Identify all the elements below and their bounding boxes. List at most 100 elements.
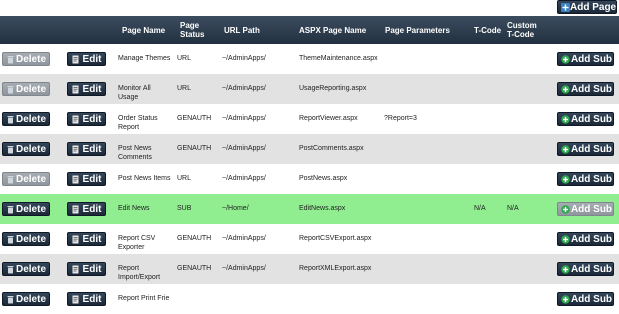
table-header: Page Name Page Status URL Path ASPX Page… (0, 16, 619, 44)
table-row: Delete Edit Edit News SUB ~/Home/EditNews.as… (0, 194, 619, 224)
document-edit-icon (72, 295, 79, 304)
cell-page-name: Edit News (118, 205, 150, 212)
cell-aspx-page-name: PostNews.aspx (299, 175, 348, 182)
add-sub-button[interactable]: Add Sub (557, 142, 614, 156)
document-edit-icon (72, 145, 79, 154)
plus-icon (561, 55, 570, 64)
plus-icon (561, 265, 570, 274)
add-sub-button[interactable]: Add Sub (557, 82, 614, 96)
delete-button[interactable]: Delete (2, 52, 50, 66)
table-row: Delete Edit Monitor All Usage URL ~/AdminApp… (0, 74, 619, 104)
edit-button[interactable]: Edit (67, 262, 106, 276)
add-sub-button[interactable]: Add Sub (557, 172, 614, 186)
cell-t-code: N/A (474, 205, 486, 212)
cell-page-status: GENAUTH (177, 265, 212, 272)
cell-page-name: Post News Items (118, 175, 171, 182)
trash-icon (7, 266, 14, 274)
add-sub-button[interactable]: Add Sub (557, 292, 614, 306)
table-row: Delete Edit Manage Themes URL ~/AdminApps/Th… (0, 44, 619, 74)
col-t-code: T-Code (474, 26, 502, 35)
cell-page-status: GENAUTH (177, 115, 212, 122)
plus-icon (561, 235, 570, 244)
cell-custom-t-code: N/A (507, 205, 519, 212)
delete-button[interactable]: Delete (2, 142, 50, 156)
edit-button[interactable]: Edit (67, 142, 106, 156)
col-aspx-page-name: ASPX Page Name (299, 26, 367, 35)
cell-page-status: URL (177, 175, 192, 182)
edit-button[interactable]: Edit (67, 292, 106, 306)
document-edit-icon (72, 175, 79, 184)
edit-button[interactable]: Edit (67, 82, 106, 96)
cell-url-path: ~/AdminApps/ (222, 145, 266, 152)
document-edit-icon (72, 205, 79, 214)
plus-icon (561, 115, 570, 124)
plus-icon (561, 295, 570, 304)
add-sub-button[interactable]: Add Sub (557, 202, 614, 216)
edit-button[interactable]: Edit (67, 112, 106, 126)
table-row: Delete Edit Report CSV Exporter GENAUTH ~/Ad… (0, 224, 619, 254)
col-page-name: Page Name (122, 26, 166, 35)
table-row: Delete Edit Order Status Report GENAUTH ~/Ad… (0, 104, 619, 134)
cell-url-path: ~/AdminApps/ (222, 235, 266, 242)
delete-button[interactable]: Delete (2, 82, 50, 96)
cell-page-status: URL (177, 55, 192, 62)
add-page-button[interactable]: Add Page (557, 0, 617, 14)
document-edit-icon (72, 265, 79, 274)
cell-url-path: ~/AdminApps/ (222, 115, 266, 122)
cell-aspx-page-name: UsageReporting.aspx (299, 85, 367, 92)
delete-button[interactable]: Delete (2, 112, 50, 126)
cell-url-path: ~/AdminApps/ (222, 85, 266, 92)
cell-page-parameters: ?Report=3 (384, 115, 417, 122)
plus-icon (561, 85, 570, 94)
trash-icon (7, 176, 14, 184)
cell-page-status: GENAUTH (177, 235, 212, 242)
trash-icon (7, 56, 14, 64)
add-sub-button[interactable]: Add Sub (557, 112, 614, 126)
edit-button[interactable]: Edit (67, 172, 106, 186)
col-custom-t-code: Custom T-Code (507, 21, 537, 39)
plus-icon (561, 145, 570, 154)
edit-button[interactable]: Edit (67, 52, 106, 66)
edit-button[interactable]: Edit (67, 232, 106, 246)
cell-aspx-page-name: EditNews.aspx (299, 205, 346, 212)
add-sub-button[interactable]: Add Sub (557, 232, 614, 246)
cell-page-name: Report CSV Exporter (118, 235, 156, 251)
document-edit-icon (72, 235, 79, 244)
plus-icon (561, 175, 570, 184)
document-edit-icon (72, 55, 79, 64)
table-row: Delete Edit Report Import/Export GENAUTH ~/A… (0, 254, 619, 284)
cell-page-status: SUB (177, 205, 192, 212)
cell-page-name: Report Import/Export (118, 265, 161, 281)
edit-button[interactable]: Edit (67, 202, 106, 216)
cell-url-path: ~/AdminApps/ (222, 55, 266, 62)
trash-icon (7, 146, 14, 154)
cell-url-path: ~/Home/ (222, 205, 249, 212)
trash-icon (7, 236, 14, 244)
top-toolbar: Add Page (0, 0, 619, 16)
delete-button[interactable]: Delete (2, 232, 50, 246)
col-page-status: Page Status (180, 21, 205, 39)
cell-aspx-page-name: PostComments.aspx (299, 145, 364, 152)
cell-url-path: ~/AdminApps/ (222, 265, 266, 272)
table-row: Delete Edit Post News Items URL ~/AdminApps/… (0, 164, 619, 194)
add-sub-button[interactable]: Add Sub (557, 52, 614, 66)
trash-icon (7, 206, 14, 214)
trash-icon (7, 86, 14, 94)
delete-button[interactable]: Delete (2, 172, 50, 186)
plus-icon (561, 205, 570, 214)
add-sub-button[interactable]: Add Sub (557, 262, 614, 276)
delete-button[interactable]: Delete (2, 262, 50, 276)
trash-icon (7, 296, 14, 304)
trash-icon (7, 116, 14, 124)
cell-page-name: Report Print Frie (118, 295, 170, 302)
col-url-path: URL Path (224, 26, 260, 35)
delete-button[interactable]: Delete (2, 202, 50, 216)
table-row: Delete Edit Post News Comments GENAUTH ~/Adm… (0, 134, 619, 164)
cell-aspx-page-name: ThemeMaintenance.aspx (299, 55, 378, 62)
cell-page-name: Order Status Report (118, 115, 158, 131)
cell-aspx-page-name: ReportXMLExport.aspx (299, 265, 372, 272)
cell-page-status: URL (177, 85, 192, 92)
col-page-parameters: Page Parameters (385, 26, 450, 35)
plus-icon (561, 3, 570, 12)
delete-button[interactable]: Delete (2, 292, 50, 306)
